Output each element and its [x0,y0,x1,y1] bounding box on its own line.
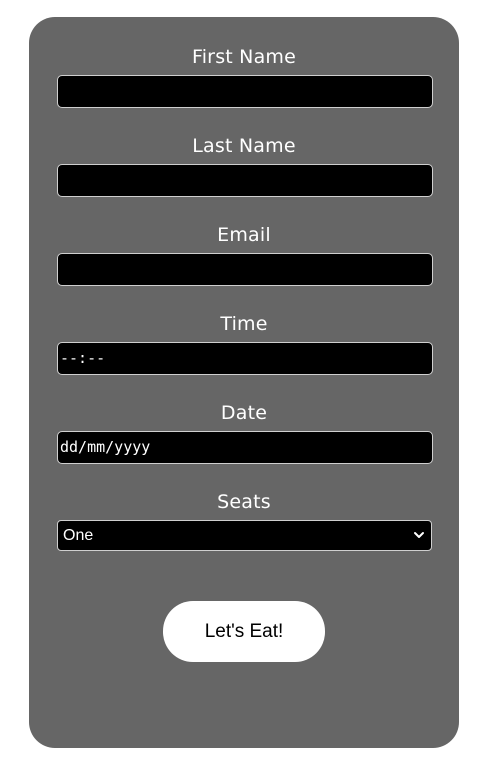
lets-eat-button[interactable]: Let's Eat! [163,601,325,662]
first-name-input[interactable] [57,75,433,108]
seats-select[interactable]: One [57,520,432,551]
email-input[interactable] [57,253,433,286]
time-input[interactable]: --:-- [57,342,433,375]
reservation-form-card: First Name Last Name Email Time --:-- Da… [29,17,459,748]
time-label: Time [220,313,268,335]
last-name-label: Last Name [192,135,296,157]
date-label: Date [220,402,268,424]
date-input[interactable]: dd/mm/yyyy [57,431,433,464]
seats-selected-value: One [63,527,94,544]
chevron-down-icon [414,532,424,538]
first-name-label: First Name [191,46,297,68]
email-label: Email [217,224,271,246]
last-name-input[interactable] [57,164,433,197]
seats-label: Seats [217,491,271,513]
